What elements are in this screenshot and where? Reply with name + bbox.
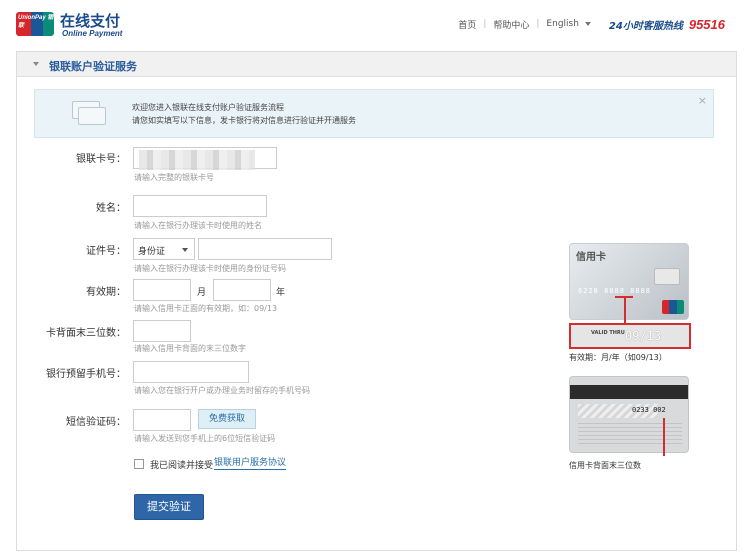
sms-code-input[interactable] <box>133 409 191 431</box>
id-label: 证件号： <box>86 246 126 257</box>
id-type-select[interactable]: 身份证 <box>133 238 195 260</box>
cvv-caption: 信用卡背面末三位数 <box>569 461 641 470</box>
service-agreement-link[interactable]: 银联用户服务协议 <box>214 458 287 470</box>
get-sms-code-button[interactable]: 免费获取 <box>198 409 256 429</box>
expiry-label: 有效期： <box>86 287 126 298</box>
cvn-hint: 请输入信用卡背面的末三位数字 <box>134 344 246 353</box>
chevron-down-icon <box>584 21 591 26</box>
highlight-connector <box>624 298 626 324</box>
credit-card-front-illustration: 信用卡 6228 8888 8888 <box>569 243 689 320</box>
card-number-hint: 请输入完整的银联卡号 <box>134 173 214 182</box>
agree-checkbox[interactable] <box>134 459 144 469</box>
cards-icon <box>72 101 108 127</box>
expiry-month-input[interactable] <box>133 279 191 301</box>
top-nav: 首页 | 帮助中心 | English 24小时客服热线 95516 <box>458 16 753 32</box>
language-label: English <box>546 19 579 29</box>
unionpay-mark-icon <box>662 300 684 314</box>
brand-subtitle: Online Payment <box>62 29 123 38</box>
valid-thru-label: VALID THRU <box>591 330 625 336</box>
expiry-year-input[interactable] <box>213 279 271 301</box>
nav-home-link[interactable]: 首页 <box>458 18 476 31</box>
name-input[interactable] <box>133 195 267 217</box>
card-number-label: 银联卡号： <box>76 154 126 165</box>
phone-input[interactable] <box>133 361 249 383</box>
cvn-input[interactable] <box>133 320 191 342</box>
chevron-down-icon <box>33 62 39 66</box>
hotline-label: 24小时客服热线 <box>608 20 683 32</box>
expiry-hint: 请输入信用卡正面的有效期，如：09/13 <box>134 304 278 313</box>
card-front-number: 6228 8888 8888 <box>578 287 652 295</box>
card-back-cvv: 0233 002 <box>632 406 666 414</box>
sms-label: 短信验证码： <box>66 417 126 428</box>
id-hint: 请输入在银行办理该卡时使用的身份证号码 <box>134 264 286 273</box>
name-label: 姓名： <box>96 203 126 214</box>
nav-help-link[interactable]: 帮助中心 <box>493 18 529 31</box>
id-type-value: 身份证 <box>138 247 166 257</box>
sms-hint: 请输入发送到您手机上的6位短信验证码 <box>134 434 276 443</box>
language-selector[interactable]: English <box>546 19 591 29</box>
valid-thru-date: 09/13 <box>625 329 662 343</box>
notice-line-1: 欢迎您进入银联在线支付账户验证服务流程 <box>132 103 284 112</box>
chevron-down-icon <box>182 248 188 252</box>
card-chip <box>654 268 680 285</box>
credit-card-back-illustration: 0233 002 <box>569 376 689 453</box>
month-unit: 月 <box>197 288 207 298</box>
agree-text: 我已阅读并接受 <box>150 461 214 471</box>
submit-button[interactable]: 提交验证 <box>134 494 204 520</box>
phone-label: 银行预留手机号： <box>46 369 126 380</box>
notice-line-2: 请您如实填写以下信息，发卡银行将对信息进行验证并开通服务 <box>132 116 356 125</box>
name-hint: 请输入在银行办理该卡时使用的姓名 <box>134 221 262 230</box>
nav-divider: | <box>536 19 540 29</box>
magnetic-stripe <box>570 385 688 399</box>
logo-text: UnionPay 银联 <box>18 15 54 29</box>
year-unit: 年 <box>276 288 286 298</box>
close-icon[interactable]: × <box>698 94 707 107</box>
header: UnionPay 银联 在线支付 Online Payment 首页 | 帮助中… <box>0 0 753 50</box>
nav-divider: | <box>483 19 487 29</box>
id-number-input[interactable] <box>198 238 332 260</box>
expiry-caption: 有效期：月/年（如09/13） <box>569 353 667 362</box>
unionpay-logo[interactable]: UnionPay 银联 <box>16 12 54 36</box>
brand-title: 在线支付 <box>60 12 121 30</box>
hotline-number: 95516 <box>688 16 725 32</box>
cvn-label: 卡背面末三位数： <box>46 328 126 339</box>
welcome-notice: 欢迎您进入银联在线支付账户验证服务流程 请您如实填写以下信息，发卡银行将对信息进… <box>34 89 714 138</box>
phone-hint: 请输入您在银行开户或办理业务时留存的手机号码 <box>134 386 310 395</box>
card-front-title: 信用卡 <box>576 252 606 263</box>
panel-title: 银联账户验证服务 <box>49 60 137 73</box>
card-back-fine-print <box>578 423 682 445</box>
panel-header[interactable]: 银联账户验证服务 <box>17 52 736 77</box>
cvv-pointer <box>663 418 665 456</box>
masked-card-number <box>139 150 255 170</box>
valid-thru-zoom: VALID THRU 09/13 <box>569 323 691 349</box>
